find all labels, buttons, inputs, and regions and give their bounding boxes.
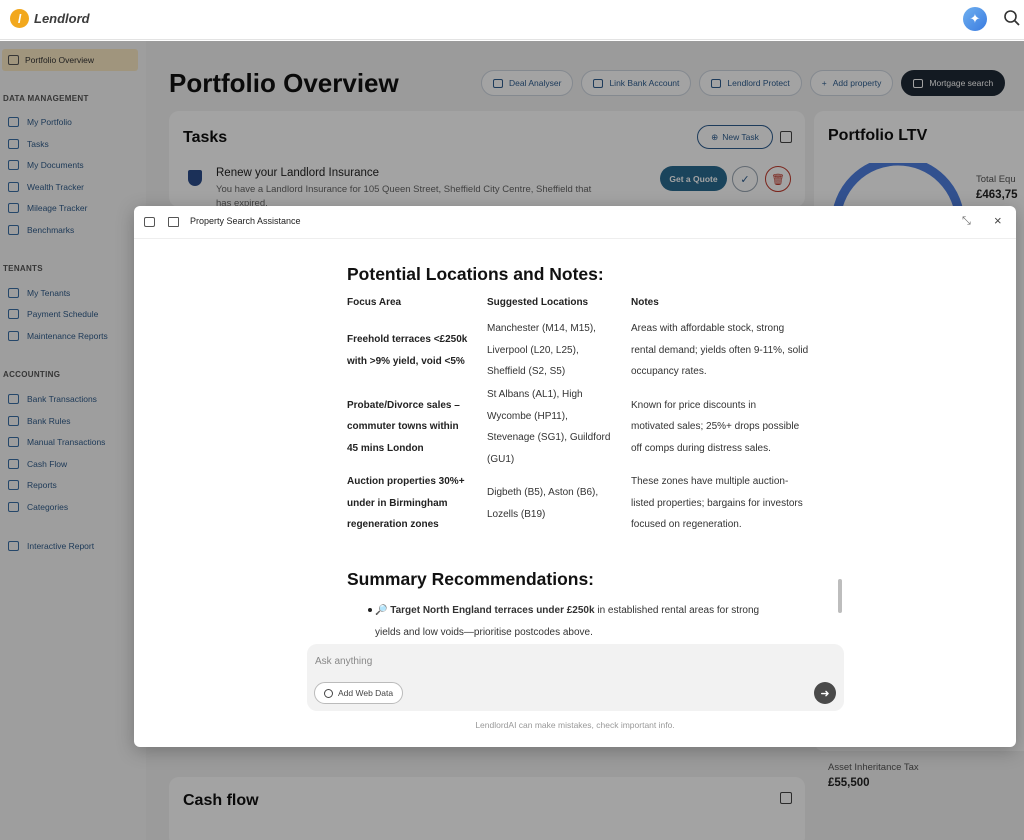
table-cell: off comps during distress sales. xyxy=(631,443,771,454)
recommendation-text: in established rental areas for strong xyxy=(594,605,760,616)
table-cell: Auction properties 30%+ xyxy=(347,476,465,487)
arrow-right-icon: ➜ xyxy=(820,687,830,700)
table-cell: Stevenage (SG1), Guildford xyxy=(487,432,611,443)
globe-icon xyxy=(324,688,333,698)
table-cell: 45 mins London xyxy=(347,443,424,454)
recommendation-bold: Target North England terraces under £250… xyxy=(390,605,595,616)
sidebar-toggle-icon[interactable] xyxy=(144,217,155,227)
table-cell: listed properties; bargains for investor… xyxy=(631,498,803,509)
column-header: Notes xyxy=(631,297,659,308)
column-header: Suggested Locations xyxy=(487,297,589,308)
edit-icon[interactable] xyxy=(168,217,179,227)
summary-heading: Summary Recommendations: xyxy=(347,569,595,589)
logo-mark-icon: l xyxy=(10,9,29,28)
table-cell: St Albans (AL1), High xyxy=(487,389,583,400)
assistant-modal: Property Search Assistance ⤡ × Potential… xyxy=(134,206,1016,747)
table-cell: These zones have multiple auction- xyxy=(631,476,789,487)
magnifier-icon: 🔎 xyxy=(375,605,388,616)
table-cell: occupancy rates. xyxy=(631,366,707,377)
modal-header: Property Search Assistance ⤡ × xyxy=(134,206,1016,239)
button-label: Add Web Data xyxy=(338,688,394,698)
table-cell: Digbeth (B5), Aston (B6), xyxy=(487,487,599,498)
disclaimer: LendlordAI can make mistakes, check impo… xyxy=(475,720,675,730)
table-cell: under in Birmingham xyxy=(347,498,448,509)
table-cell: Liverpool (L20, L25), xyxy=(487,345,579,356)
table-cell: (GU1) xyxy=(487,454,515,465)
app-logo[interactable]: l Lendlord xyxy=(10,9,90,28)
close-icon[interactable]: × xyxy=(994,213,1002,228)
top-bar: l Lendlord ✦ xyxy=(0,0,1024,40)
chat-input-box[interactable]: Ask anything Add Web Data ➜ xyxy=(307,644,844,711)
table-cell: Areas with affordable stock, strong xyxy=(631,323,785,334)
minimize-icon[interactable]: ⤡ xyxy=(962,215,971,228)
table-cell: Known for price discounts in xyxy=(631,400,757,411)
brand-name: Lendlord xyxy=(34,11,90,26)
modal-title: Property Search Assistance xyxy=(190,216,301,226)
table-cell: Freehold terraces <£250k xyxy=(347,334,468,345)
recommendation-item: 🔎 Target North England terraces under £2… xyxy=(375,600,845,643)
send-button[interactable]: ➜ xyxy=(814,682,836,704)
chat-input[interactable]: Ask anything xyxy=(315,656,372,667)
table-cell: with >9% yield, void <5% xyxy=(347,356,465,367)
response-scrollbar[interactable] xyxy=(838,579,842,613)
table-cell: commuter towns within xyxy=(347,421,459,432)
table-cell: Sheffield (S2, S5) xyxy=(487,366,566,377)
table-cell: regeneration zones xyxy=(347,519,439,530)
response-heading: Potential Locations and Notes: xyxy=(347,264,604,284)
recommendation-text: yields and low voids—prioritise postcode… xyxy=(375,626,593,638)
table-cell: Wycombe (HP11), xyxy=(487,411,568,422)
table-cell: Lozells (B19) xyxy=(487,509,546,520)
sparkle-icon: ✦ xyxy=(969,11,981,26)
bullet-point xyxy=(368,608,372,612)
table-cell: Probate/Divorce sales – xyxy=(347,400,460,411)
ai-assistant-button[interactable]: ✦ xyxy=(963,7,987,31)
table-cell: motivated sales; 25%+ drops possible xyxy=(631,421,800,432)
add-web-data-button[interactable]: Add Web Data xyxy=(314,682,404,704)
search-icon[interactable] xyxy=(1003,9,1021,27)
table-cell: focused on regeneration. xyxy=(631,519,742,530)
table-cell: rental demand; yields often 9-11%, solid xyxy=(631,345,809,356)
table-cell: Manchester (M14, M15), xyxy=(487,323,596,334)
column-header: Focus Area xyxy=(347,297,402,308)
